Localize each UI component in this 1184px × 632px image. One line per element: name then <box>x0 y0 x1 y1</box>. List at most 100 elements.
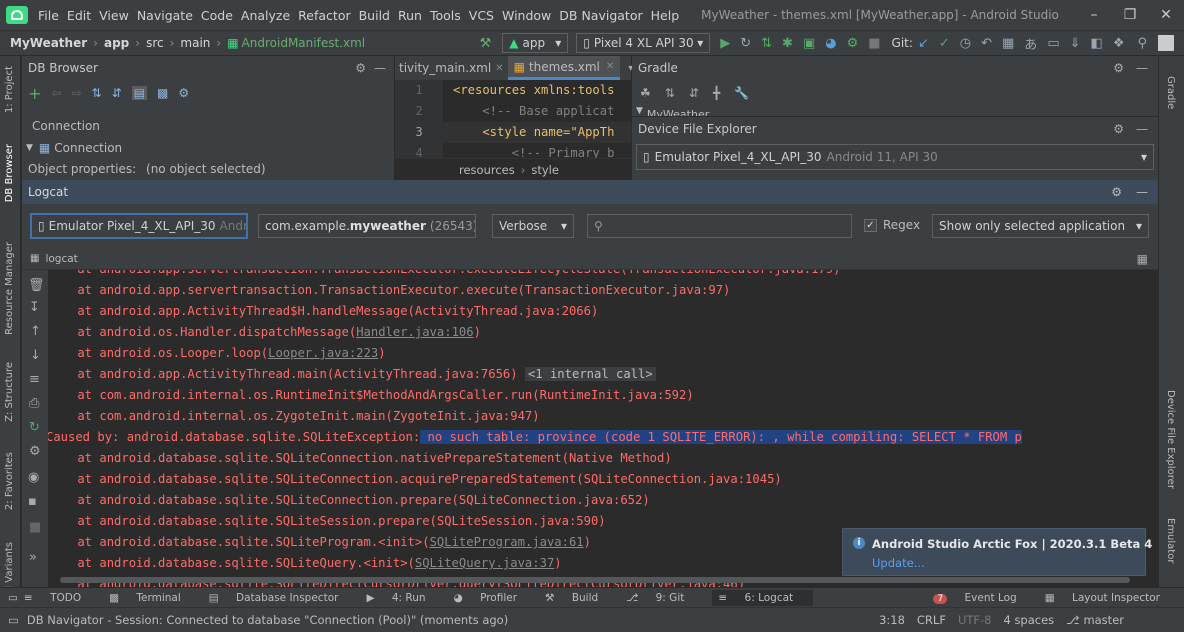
run-icon[interactable]: ▶ <box>720 36 730 51</box>
hammer-icon[interactable]: ⚒ <box>480 36 492 51</box>
git-branch[interactable]: master <box>1083 613 1124 627</box>
update-link[interactable]: Update... <box>872 556 925 570</box>
menu-run[interactable]: Run <box>398 8 422 23</box>
rerun-icon[interactable]: ↻ <box>740 36 751 51</box>
caret-position[interactable]: 3:18 <box>879 613 905 627</box>
back-icon[interactable]: ⇦ <box>51 86 61 100</box>
source-link[interactable]: Handler.java:106 <box>356 325 473 339</box>
stop-icon[interactable]: ■ <box>868 36 880 51</box>
resource-manager-tool-tab[interactable]: Resource Manager <box>4 242 15 335</box>
collapse-all-icon[interactable]: ⇵ <box>689 86 699 100</box>
close-tab-icon[interactable]: ✕ <box>606 55 614 79</box>
source-link[interactable]: SQLiteQuery.java:37 <box>415 556 554 570</box>
up-arrow-icon[interactable]: ↑ <box>30 324 41 339</box>
close-icon[interactable]: ✕ <box>1148 0 1184 30</box>
collapse-all-icon[interactable]: ⇵ <box>112 86 122 100</box>
commit-icon[interactable]: ✓ <box>939 36 950 51</box>
breadcrumb-project[interactable]: MyWeather <box>10 36 87 50</box>
todo-tab[interactable]: ≡ TODO <box>24 592 95 604</box>
gear-icon[interactable]: ⚙ <box>1111 185 1122 199</box>
favorites-tool-tab[interactable]: 2: Favorites <box>4 452 15 510</box>
scroll-to-end-icon[interactable]: ↧ <box>29 300 40 315</box>
checkbox-checked-icon[interactable]: ✓ <box>864 218 877 232</box>
device-select[interactable]: ▯ Pixel 4 XL API 30 ▾ <box>576 33 711 53</box>
gradle-elephant-icon[interactable]: ☘ <box>640 86 651 100</box>
avd-manager-icon[interactable]: ▭ <box>1047 36 1059 51</box>
menu-build[interactable]: Build <box>359 8 390 23</box>
expand-arrow-icon[interactable]: ▼ <box>26 143 33 153</box>
layout-toggle-icon[interactable]: ▭ <box>8 592 18 604</box>
breadcrumb-module[interactable]: app <box>104 36 129 50</box>
db-browser-tool-tab[interactable]: DB Browser <box>4 144 15 202</box>
gear-icon[interactable]: ⚙ <box>355 61 366 75</box>
screenshot-icon[interactable]: ◉ <box>28 470 39 485</box>
emulator-tool-tab[interactable]: Emulator <box>1165 518 1176 563</box>
plugins-icon[interactable]: ❖ <box>1113 36 1125 51</box>
source-link[interactable]: SQLiteProgram.java:61 <box>430 535 584 549</box>
tab-themes[interactable]: ▦ themes.xml ✕ <box>507 55 621 80</box>
file-encoding[interactable]: UTF-8 <box>958 613 992 627</box>
run-config-select[interactable]: ▲ app ▾ <box>502 33 569 53</box>
forward-icon[interactable]: ⇨ <box>71 86 81 100</box>
breadcrumb-file[interactable]: AndroidManifest.xml <box>242 36 366 50</box>
logcat-search-input[interactable]: ⚲ <box>587 214 852 238</box>
project-structure-icon[interactable]: ▦ <box>1002 36 1014 51</box>
menu-window[interactable]: Window <box>502 8 551 23</box>
minimize-icon[interactable]: – <box>1076 0 1112 30</box>
profile-icon[interactable]: ◕ <box>825 36 836 51</box>
log-level-select[interactable]: Verbose ▾ <box>492 214 574 238</box>
menu-vcs[interactable]: VCS <box>469 8 494 23</box>
project-tool-tab[interactable]: 1: Project <box>4 66 15 113</box>
minimize-panel-icon[interactable]: — <box>374 61 386 75</box>
history-icon[interactable]: ◷ <box>960 36 971 51</box>
update-notification[interactable]: i Android Studio Arctic Fox | 2020.3.1 B… <box>842 528 1152 576</box>
expand-all-icon[interactable]: ⇅ <box>92 86 102 100</box>
soft-wrap-icon[interactable]: ≡ <box>29 372 40 387</box>
line-separator[interactable]: CRLF <box>917 613 946 627</box>
device-file-explorer-tool-tab[interactable]: Device File Explorer <box>1165 390 1176 489</box>
coverage-icon[interactable]: ▣ <box>803 36 815 51</box>
gear-icon[interactable]: ⚙ <box>1113 122 1124 136</box>
selected-text[interactable]: no such table: province (code 1 SQLITE_E… <box>420 430 1022 444</box>
minimize-panel-icon[interactable]: — <box>1136 185 1148 199</box>
logcat-process-select[interactable]: com.example.myweather (26543) [ ▾ <box>258 214 476 238</box>
structure-tool-tab[interactable]: Z: Structure <box>4 362 15 422</box>
menu-view[interactable]: View <box>99 8 129 23</box>
translate-icon[interactable]: あ <box>1024 34 1037 53</box>
source-link[interactable]: Looper.java:223 <box>268 346 378 360</box>
wrench-icon[interactable]: 🔧 <box>734 86 749 100</box>
menu-file[interactable]: File <box>38 8 59 23</box>
menu-tools[interactable]: Tools <box>430 8 461 23</box>
event-log-tab[interactable]: 7 Event Log <box>933 592 1030 604</box>
menu-edit[interactable]: Edit <box>67 8 91 23</box>
rollback-icon[interactable]: ↶ <box>981 36 992 51</box>
print-icon[interactable]: ⎙ <box>29 396 39 411</box>
horizontal-scrollbar[interactable] <box>60 577 1130 583</box>
more-icon[interactable]: » <box>29 550 37 565</box>
build-variants-tool-tab[interactable]: d Variants <box>4 542 15 592</box>
expand-arrow-icon[interactable]: ▼ <box>636 106 643 116</box>
breadcrumb-main[interactable]: main <box>180 36 210 50</box>
menu-refactor[interactable]: Refactor <box>298 8 350 23</box>
menu-navigate[interactable]: Navigate <box>137 8 193 23</box>
maximize-icon[interactable]: ❐ <box>1112 0 1148 30</box>
device-manager-icon[interactable]: ◧ <box>1091 36 1103 51</box>
device-explorer-select[interactable]: ▯ Emulator Pixel_4_XL_API_30 Android 11,… <box>636 144 1154 170</box>
update-project-icon[interactable]: ↙ <box>918 36 929 51</box>
debug-icon[interactable]: ✱ <box>782 36 793 51</box>
restart-icon[interactable]: ↻ <box>29 420 40 435</box>
gradle-tool-tab[interactable]: Gradle <box>1165 76 1176 109</box>
settings-icon[interactable]: ⚙ <box>178 86 189 100</box>
attach-debugger-icon[interactable]: ⚙ <box>847 36 859 51</box>
logcat-tab[interactable]: logcat <box>45 253 77 265</box>
menu-code[interactable]: Code <box>201 8 233 23</box>
logcat-filter-select[interactable]: Show only selected application ▾ <box>932 214 1149 238</box>
crumb-style[interactable]: style <box>531 163 559 177</box>
minimize-panel-icon[interactable]: — <box>1136 61 1148 75</box>
open-sql-console-icon[interactable]: ▩ <box>157 86 168 100</box>
logcat-bottom-tab[interactable]: ≡ 6: Logcat <box>712 589 814 606</box>
down-arrow-icon[interactable]: ↓ <box>30 348 41 363</box>
gradle-tree-item[interactable]: ▼ MyWeather <box>632 106 1158 116</box>
breadcrumb-src[interactable]: src <box>146 36 164 50</box>
menu-db-navigator[interactable]: DB Navigator <box>559 8 642 23</box>
